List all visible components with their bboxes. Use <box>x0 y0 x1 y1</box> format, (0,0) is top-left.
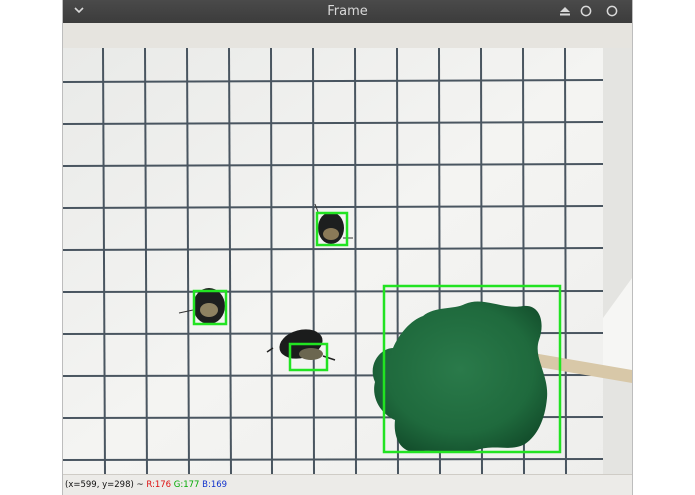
window-title: Frame <box>327 4 368 19</box>
status-blue: B:169 <box>202 480 228 490</box>
status-green: G:177 <box>173 480 200 490</box>
title-bar[interactable]: Frame <box>63 0 632 23</box>
camera-frame[interactable] <box>63 48 632 474</box>
frame-window: Frame (x=599, y=298) ~ R:176 G:177 B:169 <box>63 0 632 495</box>
status-coords: (x=599, y=298) ~ <box>65 480 144 490</box>
frame-image <box>63 48 632 474</box>
status-bar: (x=599, y=298) ~ R:176 G:177 B:169 <box>63 474 632 495</box>
eject-icon[interactable] <box>559 5 571 17</box>
status-red: R:176 <box>146 480 172 490</box>
close-icon[interactable] <box>606 5 618 17</box>
minimize-icon[interactable] <box>580 5 592 17</box>
toolbar <box>63 23 632 49</box>
